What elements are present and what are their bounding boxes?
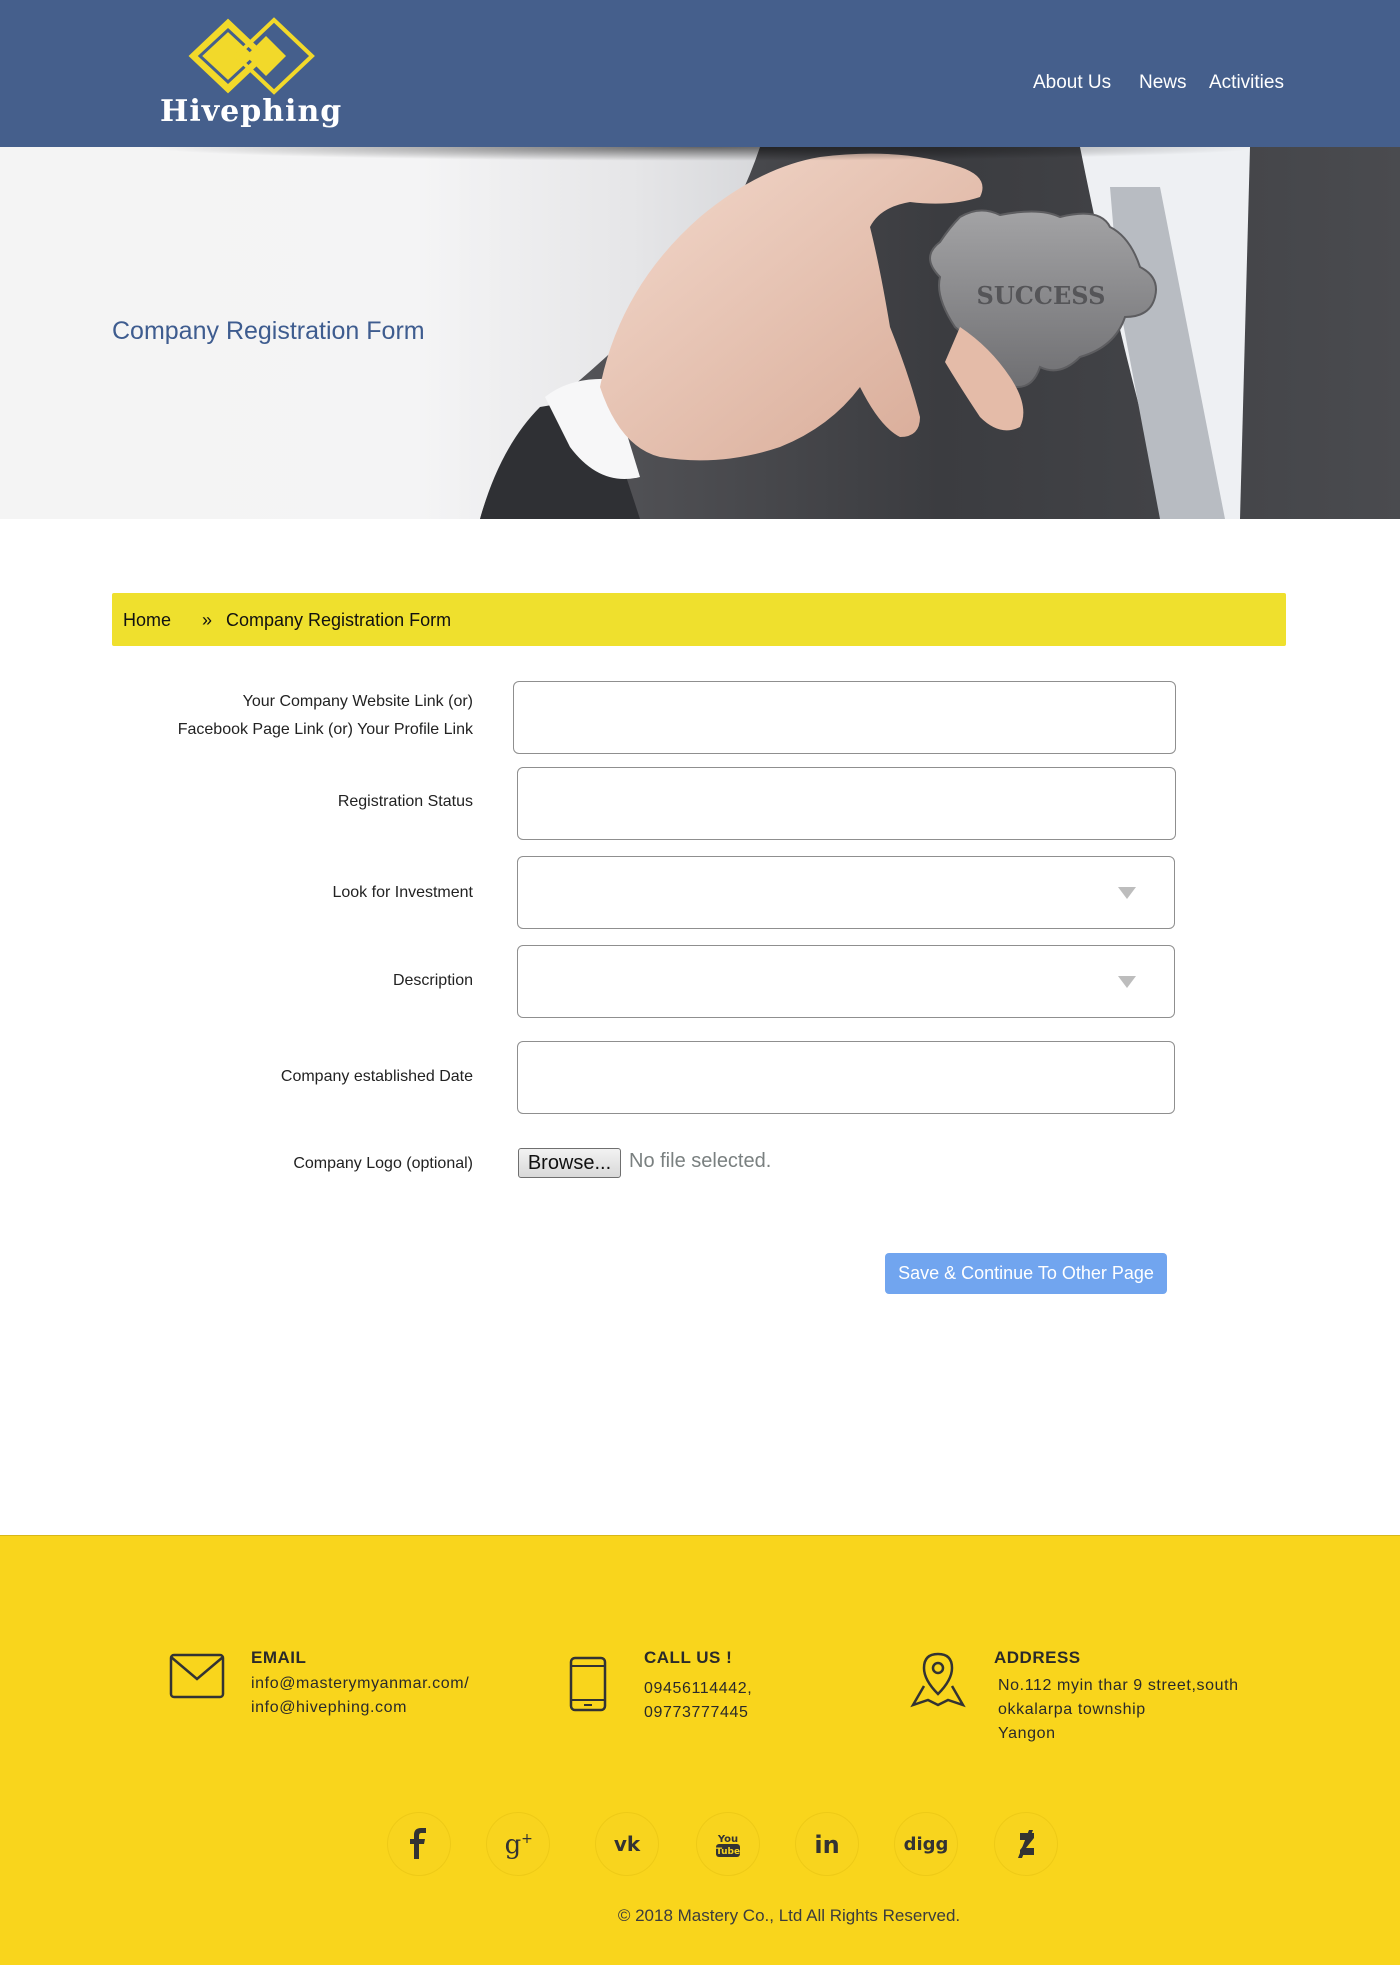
copyright-text: © 2018 Mastery Co., Ltd All Rights Reser… [617, 1906, 961, 1925]
browse-button[interactable]: Browse... [518, 1148, 621, 1178]
youtube-icon[interactable]: You Tube [697, 1813, 759, 1875]
description-label: Description [392, 972, 473, 989]
svg-text:+: + [521, 1831, 533, 1847]
svg-text:in: in [814, 1831, 839, 1859]
chevron-down-icon [1118, 887, 1136, 899]
nav-about-us[interactable]: About Us [1033, 72, 1111, 94]
svg-text:Tube: Tube [716, 1847, 740, 1857]
deviantart-icon[interactable] [995, 1813, 1057, 1875]
svg-text:You: You [717, 1834, 738, 1845]
call-heading: CALL US ! [644, 1648, 733, 1667]
email-heading: EMAIL [251, 1648, 307, 1667]
logo-text: Hivephing [160, 94, 343, 129]
website-label: Your Company Website Link (or) Facebook … [178, 688, 473, 744]
nav-news[interactable]: News [1139, 72, 1187, 94]
website-field[interactable] [513, 681, 1176, 754]
vk-icon[interactable]: vk [596, 1813, 658, 1875]
investment-select[interactable] [517, 856, 1175, 929]
established-date-field[interactable] [517, 1041, 1175, 1114]
address-line-1: No.112 myin thar 9 street,south [998, 1677, 1239, 1694]
description-select[interactable] [517, 945, 1175, 1018]
registration-status-input[interactable] [518, 768, 1175, 839]
address-line-2: okkalarpa township [998, 1701, 1146, 1718]
breadcrumb-current: Company Registration Form [226, 610, 452, 630]
registration-status-field[interactable] [517, 767, 1176, 840]
google-plus-icon[interactable]: g + [487, 1813, 549, 1875]
svg-text:vk: vk [614, 1832, 641, 1856]
chevron-down-icon [1118, 976, 1136, 988]
map-pin-icon [910, 1652, 966, 1708]
save-continue-button[interactable]: Save & Continue To Other Page [885, 1253, 1167, 1294]
page-title: Company Registration Form [112, 317, 425, 345]
header-shadow [140, 147, 1270, 161]
company-logo-label: Company Logo (optional) [293, 1155, 473, 1172]
breadcrumb-separator: » [202, 610, 213, 630]
phone-icon [569, 1656, 607, 1712]
facebook-icon[interactable] [388, 1813, 450, 1875]
email-line-2[interactable]: info@hivephing.com [251, 1699, 407, 1717]
registration-status-label: Registration Status [337, 793, 473, 810]
site-header: Hivephing About Us News Activities [0, 0, 1400, 147]
address-line-3: Yangon [998, 1725, 1056, 1742]
svg-text:g: g [505, 1830, 522, 1860]
envelope-icon [169, 1653, 225, 1699]
site-footer: EMAIL info@masterymyanmar.com/ info@hive… [0, 1535, 1400, 1965]
puzzle-success-text: SUCCESS [977, 281, 1106, 310]
address-heading: ADDRESS [994, 1648, 1081, 1667]
email-line-1[interactable]: info@masterymyanmar.com/ [251, 1675, 469, 1693]
breadcrumb: Home » Company Registration Form [112, 593, 1286, 646]
breadcrumb-home-link[interactable]: Home [123, 610, 171, 631]
phone-line-2[interactable]: 09773777445 [644, 1704, 748, 1722]
investment-label: Look for Investment [332, 884, 473, 901]
file-status-text: No file selected. [629, 1150, 772, 1172]
website-input[interactable] [514, 682, 1175, 753]
linkedin-icon[interactable]: in [796, 1813, 858, 1875]
website-label-line2: Facebook Page Link (or) Your Profile Lin… [177, 721, 473, 738]
digg-icon[interactable]: digg [895, 1813, 957, 1875]
logo-diamonds-icon [188, 17, 315, 95]
nav-activities[interactable]: Activities [1209, 72, 1284, 94]
site-logo[interactable]: Hivephing [160, 16, 343, 129]
established-date-label: Company established Date [280, 1068, 473, 1085]
svg-text:digg: digg [904, 1834, 949, 1855]
established-date-input[interactable] [518, 1042, 1174, 1113]
website-label-line1: Your Company Website Link (or) [242, 693, 473, 710]
hero-banner: SUCCESS Company Registration Form [0, 147, 1400, 519]
phone-line-1[interactable]: 09456114442, [644, 1680, 752, 1698]
